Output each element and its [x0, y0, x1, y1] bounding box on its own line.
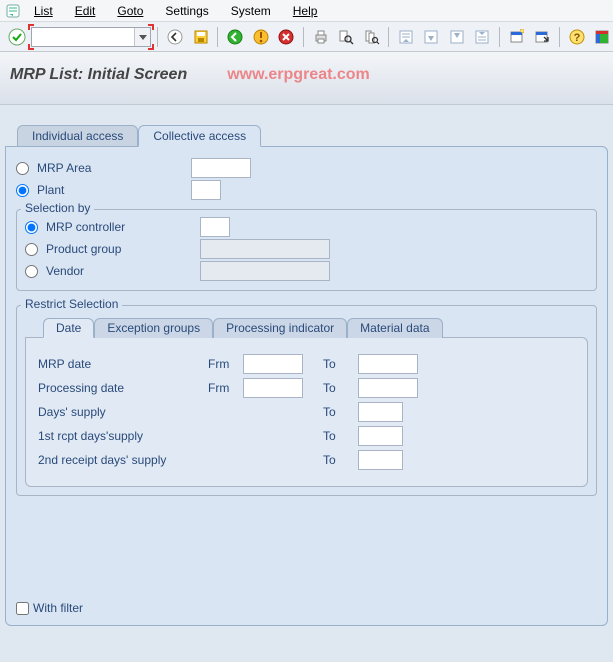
first-rcpt-to-input[interactable] [358, 426, 403, 446]
bracket-icon [28, 24, 34, 30]
tab-exception-groups[interactable]: Exception groups [94, 318, 213, 338]
mrp-date-from-input[interactable] [243, 354, 303, 374]
enter-button[interactable] [6, 26, 27, 48]
outer-tabstrip: Individual access Collective access [5, 125, 608, 147]
body-area: Individual access Collective access MRP … [0, 105, 613, 662]
first-page-icon[interactable] [395, 26, 416, 48]
command-dropdown-icon[interactable] [134, 28, 150, 46]
find-next-icon[interactable] [361, 26, 382, 48]
processing-date-label: Processing date [38, 381, 208, 395]
find-icon[interactable] [335, 26, 356, 48]
menu-edit[interactable]: Edit [65, 2, 106, 20]
help-icon[interactable]: ? [566, 26, 587, 48]
product-group-label: Product group [46, 242, 196, 256]
toolbar-separator [559, 27, 560, 47]
print-icon[interactable] [310, 26, 331, 48]
save-icon[interactable] [190, 26, 211, 48]
toolbar-separator [388, 27, 389, 47]
create-shortcut-icon[interactable] [532, 26, 553, 48]
product-group-input [200, 239, 330, 259]
tab-processing-indicator[interactable]: Processing indicator [213, 318, 347, 338]
frm-label: Frm [208, 357, 243, 371]
vendor-input [200, 261, 330, 281]
second-rcpt-label: 2nd receipt days' supply [38, 453, 208, 467]
to-label: To [323, 357, 358, 371]
vendor-label: Vendor [46, 264, 196, 278]
mrp-area-input[interactable] [191, 158, 251, 178]
toolbar-separator [499, 27, 500, 47]
to-label: To [323, 381, 358, 395]
bracket-icon [28, 44, 34, 50]
restrict-tabstrip: Date Exception groups Processing indicat… [25, 318, 588, 338]
days-supply-label: Days' supply [38, 405, 208, 419]
tab-material-data[interactable]: Material data [347, 318, 442, 338]
toolbar: ? [0, 22, 613, 52]
date-panel: MRP date Frm To Processing date Frm To [25, 337, 588, 487]
page-title: MRP List: Initial Screen [10, 66, 187, 84]
mrp-area-label: MRP Area [37, 161, 187, 175]
processing-date-from-input[interactable] [243, 378, 303, 398]
radio-mrp-area[interactable] [16, 162, 29, 175]
to-label: To [323, 453, 358, 467]
menu-list[interactable]: List [24, 2, 63, 20]
menu-settings[interactable]: Settings [155, 2, 218, 20]
last-page-icon[interactable] [472, 26, 493, 48]
tab-individual-access[interactable]: Individual access [17, 125, 138, 147]
radio-product-group[interactable] [25, 243, 38, 256]
restrict-selection-title: Restrict Selection [21, 297, 122, 311]
new-session-icon[interactable] [506, 26, 527, 48]
first-rcpt-label: 1st rcpt days'supply [38, 429, 208, 443]
restrict-selection-group: Restrict Selection Date Exception groups… [16, 305, 597, 496]
to-label: To [323, 429, 358, 443]
menu-goto[interactable]: Goto [107, 2, 153, 20]
processing-date-to-input[interactable] [358, 378, 418, 398]
radio-plant[interactable] [16, 184, 29, 197]
toolbar-separator [303, 27, 304, 47]
plant-input[interactable] [191, 180, 221, 200]
menu-system[interactable]: System [221, 2, 281, 20]
mrp-controller-input[interactable] [200, 217, 230, 237]
with-filter-row: With filter [16, 601, 83, 615]
next-page-icon[interactable] [446, 26, 467, 48]
radio-mrp-controller[interactable] [25, 221, 38, 234]
svg-text:?: ? [573, 32, 580, 44]
to-label: To [323, 405, 358, 419]
plant-label: Plant [37, 183, 187, 197]
watermark: www.erpgreat.com [227, 66, 370, 84]
with-filter-checkbox[interactable] [16, 602, 29, 615]
cancel-icon[interactable] [275, 26, 296, 48]
back-icon[interactable] [164, 26, 185, 48]
mrp-date-label: MRP date [38, 357, 208, 371]
exit-icon[interactable] [250, 26, 271, 48]
tab-date[interactable]: Date [43, 318, 94, 338]
collective-access-panel: MRP Area Plant Selection by MRP controll… [5, 146, 608, 626]
toolbar-separator [217, 27, 218, 47]
with-filter-label: With filter [33, 601, 83, 615]
frm-label: Frm [208, 381, 243, 395]
selection-by-title: Selection by [21, 201, 94, 215]
selection-by-group: Selection by MRP controller Product grou… [16, 209, 597, 291]
second-rcpt-to-input[interactable] [358, 450, 403, 470]
title-area: MRP List: Initial Screen www.erpgreat.co… [0, 52, 613, 105]
back-green-icon[interactable] [224, 26, 245, 48]
menu-dropdown-icon[interactable] [4, 2, 22, 20]
layout-menu-icon[interactable] [592, 26, 613, 48]
toolbar-separator [157, 27, 158, 47]
command-field-wrap [31, 27, 151, 47]
mrp-date-to-input[interactable] [358, 354, 418, 374]
mrp-controller-label: MRP controller [46, 220, 196, 234]
menubar: List Edit Goto Settings System Help [0, 0, 613, 22]
radio-vendor[interactable] [25, 265, 38, 278]
tab-collective-access[interactable]: Collective access [138, 125, 261, 147]
menu-help[interactable]: Help [283, 2, 328, 20]
prev-page-icon[interactable] [421, 26, 442, 48]
days-supply-to-input[interactable] [358, 402, 403, 422]
command-field[interactable] [31, 27, 151, 47]
